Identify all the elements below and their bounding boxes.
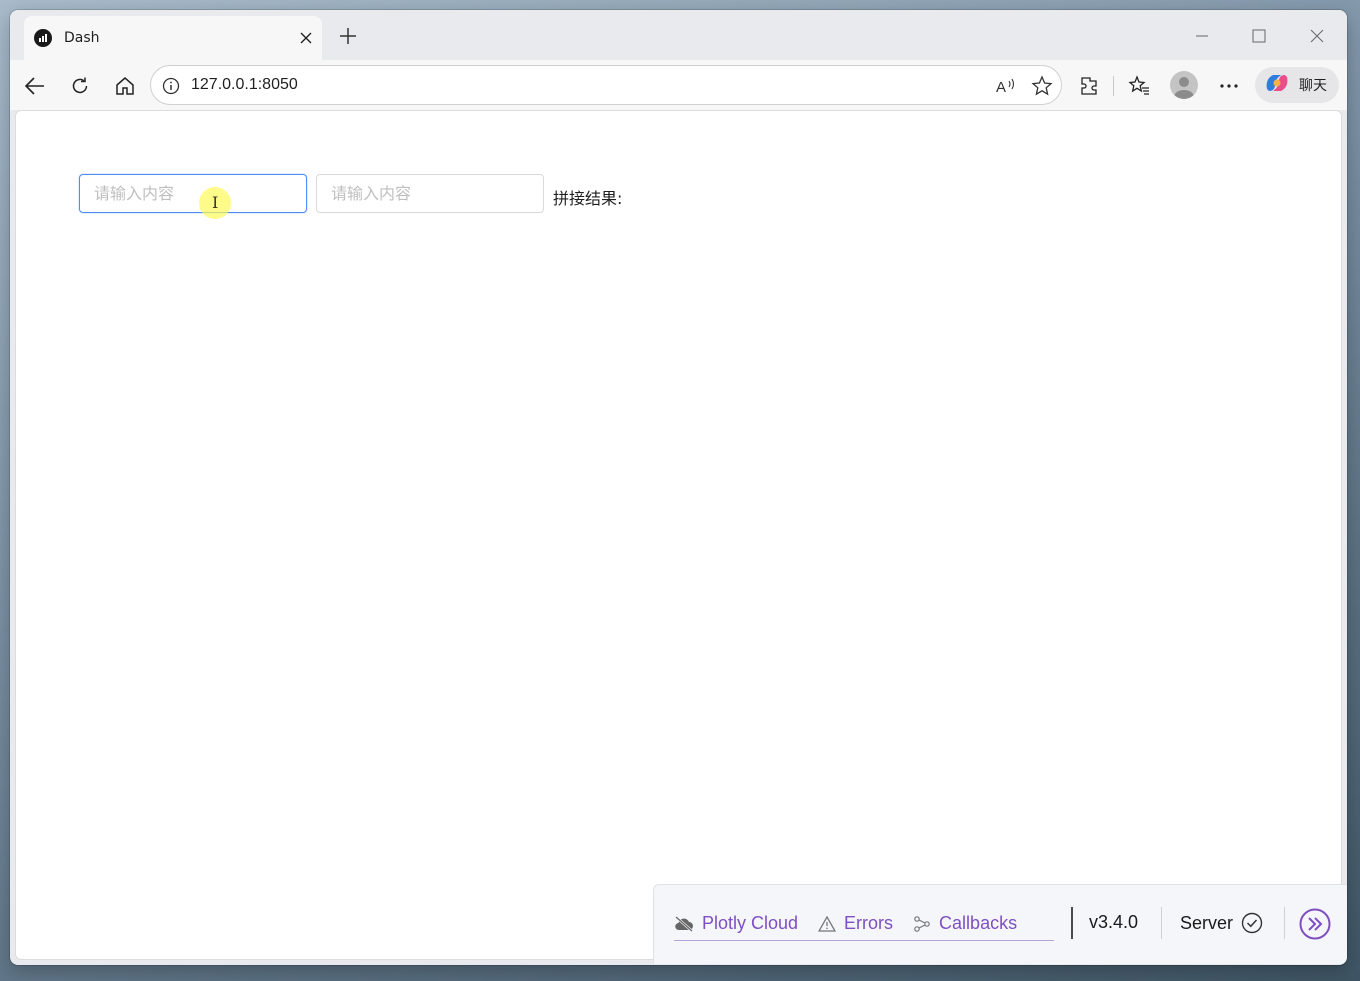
plotly-cloud-button[interactable]: Plotly Cloud xyxy=(674,913,798,934)
new-tab-icon[interactable] xyxy=(336,24,360,48)
errors-label: Errors xyxy=(844,913,894,933)
errors-button[interactable]: Errors xyxy=(818,913,893,934)
browser-window: Dash 127.0.0.1:8050 A 聊天 请输入内容 请输入内容 拼接结… xyxy=(10,10,1347,965)
copilot-icon xyxy=(1263,71,1291,99)
tab-strip: Dash xyxy=(10,10,1347,60)
page-viewport: 拼接结果: I Plotly Cloud Errors xyxy=(15,110,1347,964)
check-circle-icon xyxy=(1241,912,1263,934)
text-input-2[interactable] xyxy=(316,174,544,213)
tab-title: Dash xyxy=(64,30,100,46)
debug-menu-group: Plotly Cloud Errors Callbacks xyxy=(674,907,1054,941)
result-label: 拼接结果: xyxy=(553,189,623,208)
maximize-icon[interactable] xyxy=(1247,24,1271,48)
callback-graph-icon xyxy=(913,915,931,932)
debug-separator xyxy=(1071,907,1073,939)
home-icon[interactable] xyxy=(111,72,139,100)
text-input-1[interactable] xyxy=(79,174,307,213)
dash-version: v3.4.0 xyxy=(1089,912,1139,932)
server-status: Server xyxy=(1180,912,1263,934)
tab-dash[interactable]: Dash xyxy=(24,16,322,60)
address-bar[interactable]: 127.0.0.1:8050 A xyxy=(150,65,1062,105)
minimize-icon[interactable] xyxy=(1190,24,1214,48)
debug-separator xyxy=(1284,907,1285,939)
reload-icon[interactable] xyxy=(66,72,94,100)
copilot-label: 聊天 xyxy=(1299,78,1327,94)
favorite-star-icon[interactable] xyxy=(1030,74,1054,98)
extensions-icon[interactable] xyxy=(1075,72,1103,100)
dash-favicon-icon xyxy=(34,29,52,47)
debug-separator xyxy=(1161,907,1162,939)
server-label: Server xyxy=(1180,912,1234,933)
text-cursor-icon: I xyxy=(212,193,219,212)
warning-icon xyxy=(818,915,837,932)
more-options-icon[interactable] xyxy=(1215,72,1243,100)
read-aloud-icon[interactable]: A xyxy=(995,74,1019,98)
callbacks-button[interactable]: Callbacks xyxy=(913,913,1017,934)
favorites-icon[interactable] xyxy=(1125,72,1153,100)
callbacks-label: Callbacks xyxy=(939,913,1018,933)
site-info-icon[interactable] xyxy=(161,76,181,96)
tab-close-icon[interactable] xyxy=(296,28,316,48)
plotly-cloud-label: Plotly Cloud xyxy=(702,913,799,933)
back-icon[interactable] xyxy=(21,72,49,100)
profile-avatar[interactable] xyxy=(1170,71,1198,99)
dash-debug-bar: Plotly Cloud Errors Callbacks v3.4.0 Ser… xyxy=(653,884,1347,964)
window-close-icon[interactable] xyxy=(1305,24,1329,48)
cloud-off-icon xyxy=(674,915,694,932)
url-text: 127.0.0.1:8050 xyxy=(191,76,298,93)
copilot-chat-button[interactable]: 聊天 xyxy=(1255,67,1339,103)
debug-collapse-icon[interactable] xyxy=(1299,908,1331,940)
browser-toolbar: 127.0.0.1:8050 A 聊天 xyxy=(10,60,1347,110)
toolbar-separator xyxy=(1113,76,1114,96)
svg-text:A: A xyxy=(996,79,1006,96)
